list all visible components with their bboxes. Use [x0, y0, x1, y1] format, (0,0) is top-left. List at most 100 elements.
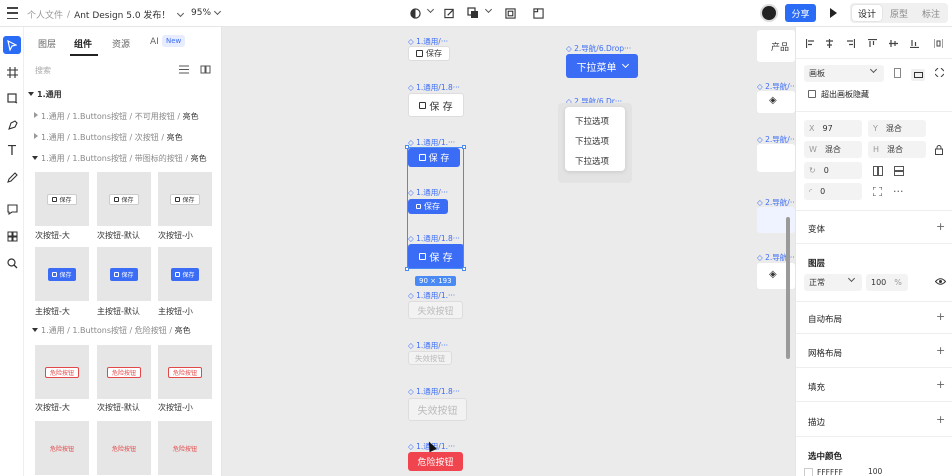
component-thumb[interactable]: 保存 — [35, 247, 89, 301]
component-thumb[interactable]: 保存 — [97, 247, 151, 301]
nav-card[interactable]: ◈ — [757, 91, 795, 113]
align-left-icon[interactable] — [806, 39, 815, 48]
tab-resources[interactable]: 资源 — [112, 37, 130, 50]
tab-layers[interactable]: 图层 — [38, 37, 56, 50]
dropdown-item[interactable]: 下拉选项 — [575, 155, 609, 167]
flip-h-icon[interactable] — [873, 166, 883, 179]
nav-card[interactable] — [757, 144, 795, 172]
breadcrumb-root[interactable]: 个人文件 — [27, 8, 63, 21]
component-thumb[interactable]: 危险按钮 — [158, 345, 212, 399]
avatar[interactable] — [760, 4, 778, 22]
tab-prototype[interactable]: 原型 — [884, 5, 914, 21]
component-thumb[interactable]: 保存 — [158, 172, 212, 226]
canvas-disabled-button-small[interactable]: 失效按钮 — [408, 351, 452, 365]
align-top-icon[interactable] — [868, 39, 877, 48]
radius-field[interactable]: ◜ 0 — [804, 183, 862, 200]
align-bottom-icon[interactable] — [910, 39, 919, 48]
tab-annotate[interactable]: 标注 — [916, 5, 946, 21]
section-general[interactable]: 1.通用 — [28, 89, 62, 100]
independent-corners-icon[interactable] — [872, 186, 883, 199]
vertical-scrollbar[interactable] — [786, 217, 790, 359]
component-thumb[interactable]: 保存 — [97, 172, 151, 226]
canvas-save-button-default[interactable]: 保 存 — [408, 93, 464, 117]
dropdown-item[interactable]: 下拉选项 — [575, 115, 609, 127]
group-danger-buttons[interactable]: 1.通用 / 1.Buttons按钮 / 危险按钮 / 亮色 — [32, 325, 191, 336]
nav-card[interactable]: 产品 — [757, 30, 795, 62]
add-stroke-icon[interactable]: + — [936, 413, 945, 426]
lock-icon[interactable] — [935, 145, 943, 158]
align-right-icon[interactable] — [846, 39, 855, 48]
shape-tool-icon[interactable] — [3, 89, 21, 107]
canvas-disabled-button[interactable]: 失效按钮 — [408, 301, 463, 319]
chevron-down-icon[interactable] — [177, 9, 185, 17]
add-auto-layout-icon[interactable]: + — [936, 310, 945, 323]
comment-tool-icon[interactable] — [3, 200, 21, 218]
pencil-tool-icon[interactable] — [3, 168, 21, 186]
x-field[interactable]: X 97 — [804, 120, 862, 137]
component-thumb[interactable]: 危险按钮 — [35, 421, 89, 475]
component-thumb[interactable]: 保存 — [158, 247, 212, 301]
canvas-disabled-button-large[interactable]: 失效按钮 — [408, 398, 467, 421]
add-fill-icon[interactable]: + — [936, 378, 945, 391]
canvas[interactable]: ◇ 1.通用/··· 保存 ◇ 1.通用/1.8··· 保 存 ◇ 1.通用/1… — [222, 27, 795, 476]
tab-design[interactable]: 设计 — [852, 5, 883, 21]
list-view-icon[interactable] — [179, 65, 189, 77]
canvas-danger-button[interactable]: 危险按钮 — [408, 452, 463, 471]
resize-handle[interactable] — [462, 145, 466, 149]
component-thumb[interactable]: 危险按钮 — [97, 421, 151, 475]
group-disabled-buttons[interactable]: 1.通用 / 1.Buttons按钮 / 不可用按钮 / 亮色 — [34, 111, 199, 122]
library-icon[interactable] — [200, 65, 211, 77]
add-variant-icon[interactable]: + — [936, 220, 945, 233]
boolean-icon[interactable] — [466, 6, 480, 20]
tab-ai[interactable]: AI — [150, 37, 159, 47]
flip-v-icon[interactable] — [894, 166, 904, 179]
add-grid-layout-icon[interactable]: + — [936, 344, 945, 357]
align-center-v-icon[interactable] — [889, 39, 898, 48]
layer-label[interactable]: ◇ 1.通用/1.8··· — [408, 386, 460, 397]
plugins-tool-icon[interactable] — [3, 227, 21, 245]
layer-label[interactable]: ◇ 2.导航/6.Drop··· — [566, 43, 631, 54]
pen-tool-icon[interactable] — [3, 116, 21, 134]
resize-handle[interactable] — [462, 267, 466, 271]
menu-icon[interactable] — [6, 7, 18, 19]
fit-icon[interactable] — [934, 67, 945, 80]
component-thumb[interactable]: 危险按钮 — [35, 345, 89, 399]
rotation-field[interactable]: ↻ 0 — [804, 162, 862, 179]
component-thumb[interactable]: 保存 — [35, 172, 89, 226]
theme-toggle-icon[interactable] — [408, 6, 422, 20]
selection-box[interactable] — [407, 147, 464, 269]
layer-label[interactable]: ◇ 1.通用/1.8··· — [408, 82, 460, 93]
breadcrumb-current[interactable]: Ant Design 5.0 发布！ — [74, 8, 170, 21]
chevron-down-icon[interactable] — [426, 5, 435, 14]
frame-icon[interactable] — [503, 6, 517, 20]
share-button[interactable]: 分享 — [785, 4, 816, 22]
play-icon[interactable] — [830, 8, 837, 18]
zoom-select[interactable]: 95% — [191, 7, 222, 18]
distribute-icon[interactable] — [934, 39, 943, 48]
tab-components[interactable]: 组件 — [74, 37, 92, 50]
search-input[interactable]: 搜索 — [35, 65, 51, 76]
component-thumb[interactable]: 危险按钮 — [158, 421, 212, 475]
crop-icon[interactable] — [531, 6, 545, 20]
canvas-save-button-small[interactable]: 保存 — [408, 46, 450, 61]
edit-icon[interactable] — [442, 6, 456, 20]
landscape-icon[interactable] — [911, 69, 925, 81]
eye-icon[interactable] — [934, 278, 947, 288]
color-swatch-row[interactable]: FFFFFF — [804, 466, 864, 476]
height-field[interactable]: H 混合 — [868, 141, 926, 158]
canvas-dropdown-button[interactable]: 下拉菜单 — [566, 54, 638, 78]
resize-handle[interactable] — [405, 145, 409, 149]
layer-label[interactable]: ◇ 1.通用/1.··· — [408, 290, 455, 301]
frame-tool-icon[interactable] — [3, 63, 21, 81]
y-field[interactable]: Y 混合 — [868, 120, 926, 137]
opacity-field[interactable]: 100% — [866, 274, 908, 291]
hide-overflow-checkbox[interactable] — [808, 90, 816, 98]
align-center-h-icon[interactable] — [825, 39, 834, 48]
resize-handle[interactable] — [405, 267, 409, 271]
move-tool-icon[interactable] — [3, 36, 21, 54]
group-icon-buttons[interactable]: 1.通用 / 1.Buttons按钮 / 带图标的按钮 / 亮色 — [32, 153, 207, 164]
group-secondary-buttons[interactable]: 1.通用 / 1.Buttons按钮 / 次按钮 / 亮色 — [34, 132, 183, 143]
component-thumb[interactable]: 危险按钮 — [97, 345, 151, 399]
portrait-icon[interactable] — [894, 68, 901, 81]
layer-label[interactable]: ◇ 1.通用/··· — [408, 340, 448, 351]
